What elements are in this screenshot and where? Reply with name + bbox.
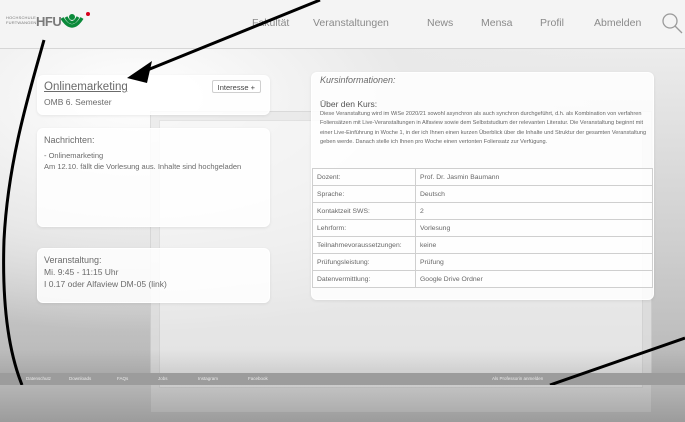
message-title[interactable]: - Onlinemarketing [44,151,103,160]
course-properties-table: Dozent: Prof. Dr. Jasmin Baumann Sprache… [312,168,653,288]
info-title: Kursinformationen: [320,75,396,85]
footer-link[interactable]: FAQs [117,376,128,381]
prop-value[interactable]: Google Drive Ordner [415,270,653,288]
prop-value: Vorlesung [415,219,653,237]
table-row: Kontaktzeit SWS: 2 [312,202,653,220]
background-shadow [0,349,685,422]
prop-value: keine [415,236,653,254]
nav-abmelden[interactable]: Abmelden [594,17,641,29]
hfu-logo[interactable]: HOCHSCHULE FURTWANGEN HFU [6,8,90,38]
logo-red-dot [86,12,90,16]
prop-value: Prof. Dr. Jasmin Baumann [415,168,653,186]
footer-link[interactable]: Downloads [69,376,91,381]
message-text: Am 12.10. fällt die Vorlesung aus. Inhal… [44,162,242,171]
prop-value: Deutsch [415,185,653,203]
nav-veranstaltungen[interactable]: Veranstaltungen [313,17,389,29]
prop-label: Datenvermittlung: [312,270,416,288]
footer-link[interactable]: Facebook [248,376,268,381]
prop-value: Prüfung [415,253,653,271]
info-description-heading: Über den Kurs: [320,99,378,109]
table-row: Datenvermittlung: Google Drive Ordner [312,270,653,288]
search-icon[interactable] [660,11,684,35]
table-row: Teilnahmevoraussetzungen: keine [312,236,653,254]
event-card: Veranstaltung: Mi. 9:45 - 11:15 Uhr I 0.… [37,248,270,303]
course-title[interactable]: Onlinemarketing [44,81,128,93]
table-row: Lehrform: Vorlesung [312,219,653,237]
top-navigation-bar: HOCHSCHULE FURTWANGEN HFU Fakultät Veran… [0,0,685,49]
hfu-mark-icon [60,14,84,28]
prop-value: 2 [415,202,653,220]
info-description: Diese Veranstaltung wird im WiSe 2020/21… [320,111,647,146]
table-row: Prüfungsleistung: Prüfung [312,253,653,271]
nav-fakultaet[interactable]: Fakultät [252,17,289,29]
footer-professor-login[interactable]: Als Professorin anmelden [492,376,543,381]
footer-bar: Datenschutz Downloads FAQs Jobs Instagra… [0,373,685,385]
prop-label: Teilnahmevoraussetzungen: [312,236,416,254]
prop-label: Kontaktzeit SWS: [312,202,416,220]
prop-label: Lehrform: [312,219,416,237]
event-room[interactable]: I 0.17 oder Alfaview DM-05 (link) [44,279,167,289]
nav-mensa[interactable]: Mensa [481,17,513,29]
nav-news[interactable]: News [427,17,453,29]
prop-label: Prüfungsleistung: [312,253,416,271]
messages-card: Nachrichten: - Onlinemarketing Am 12.10.… [37,128,270,227]
course-semester: OMB 6. Semester [44,97,112,107]
footer-link[interactable]: Instagram [198,376,218,381]
table-row: Sprache: Deutsch [312,185,653,203]
event-time: Mi. 9:45 - 11:15 Uhr [44,267,119,277]
event-heading: Veranstaltung: [44,255,102,265]
logo-small-text: HOCHSCHULE FURTWANGEN [6,15,37,25]
course-card: Onlinemarketing OMB 6. Semester Interess… [37,75,270,115]
messages-heading: Nachrichten: [44,135,95,145]
nav-profil[interactable]: Profil [540,17,564,29]
table-row: Dozent: Prof. Dr. Jasmin Baumann [312,168,653,186]
prop-label: Dozent: [312,168,416,186]
course-info-card: Kursinformationen: Über den Kurs: Diese … [311,72,654,300]
prop-label: Sprache: [312,185,416,203]
footer-link[interactable]: Datenschutz [26,376,51,381]
logo-brand-text: HFU [36,14,62,29]
interest-button[interactable]: Interesse + [211,80,261,93]
footer-link[interactable]: Jobs [158,376,168,381]
